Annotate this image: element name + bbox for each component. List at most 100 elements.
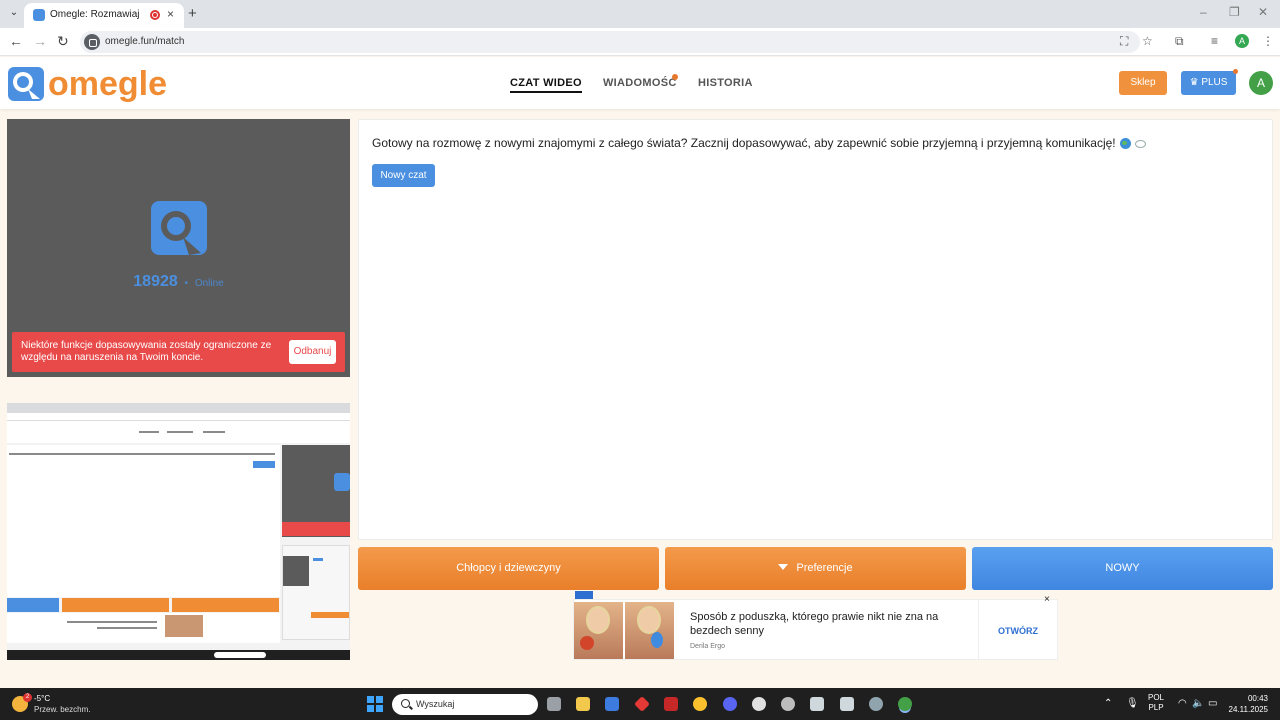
antivirus-icon[interactable] <box>664 697 678 711</box>
chrome-icon[interactable] <box>898 697 912 711</box>
ad-title[interactable]: Sposób z poduszką, którego prawie nikt n… <box>690 610 960 638</box>
preview-tabbar <box>7 403 350 413</box>
nav-messages[interactable]: WIADOMOŚĆ <box>603 77 677 89</box>
preferences-button[interactable]: Preferencje <box>665 547 966 590</box>
preview-nested-chat-button <box>313 558 323 561</box>
weather-badge: 2 <box>23 693 32 702</box>
back-arrow-icon[interactable]: ← <box>9 33 23 49</box>
crown-icon: ♛ <box>1189 77 1202 88</box>
window-close-icon[interactable]: ✕ <box>1258 5 1268 19</box>
battery-icon[interactable]: ▭ <box>1208 698 1217 709</box>
clock[interactable]: 00:43 24.11.2025 <box>1224 693 1268 715</box>
browser-profile-avatar[interactable]: A <box>1235 34 1249 48</box>
weather-description[interactable]: Przew. bezchm. <box>34 705 90 714</box>
forward-arrow-icon[interactable]: → <box>33 33 47 49</box>
preview-addressbar <box>7 413 350 421</box>
volume-icon[interactable]: 🔈 <box>1192 698 1204 709</box>
nav-history[interactable]: HISTORIA <box>698 77 753 89</box>
user-avatar[interactable]: A <box>1249 71 1273 95</box>
preview-warning <box>282 522 350 536</box>
gender-filter-button[interactable]: Chłopcy i dziewczyny <box>358 547 659 590</box>
unban-button[interactable]: Odbanuj <box>289 340 336 364</box>
restore-icon[interactable]: ❐ <box>1229 5 1240 19</box>
ad-image-right[interactable] <box>625 602 674 659</box>
shop-button[interactable]: Sklep <box>1119 71 1167 95</box>
preview-ad-image <box>165 615 203 637</box>
preview-nav-item <box>139 431 159 433</box>
preview-ad-line <box>97 627 157 629</box>
online-count: 18928 <box>133 273 178 290</box>
preview-new-chat-button <box>253 461 275 468</box>
extensions-icon[interactable]: ⧉ <box>1175 34 1184 49</box>
nav-video-chat[interactable]: CZAT WIDEO <box>510 77 582 93</box>
omegle-logo[interactable]: omegle <box>6 65 176 103</box>
next-button[interactable]: NOWY <box>972 547 1273 590</box>
task-view-icon[interactable] <box>547 697 561 711</box>
app-circle-icon[interactable] <box>752 697 766 711</box>
preview-nav-item <box>167 431 193 433</box>
store-icon[interactable] <box>605 697 619 711</box>
browser-tabbar: ⌄ Omegle: Rozmawiaj z niezn × + – ❐ ✕ <box>0 0 1280 28</box>
warning-text: Niektóre funkcje dopasowywania zostały o… <box>21 340 272 363</box>
advertisement[interactable]: Sposób z poduszką, którego prawie nikt n… <box>573 599 1058 660</box>
online-label: Online <box>194 278 224 289</box>
weather-temperature[interactable]: -5°C <box>34 694 50 703</box>
preview-nav-item <box>203 431 225 433</box>
tab-search-chevron-icon[interactable]: ⌄ <box>6 5 22 21</box>
reload-icon[interactable]: ↻ <box>57 33 69 50</box>
preview-pref-button <box>62 598 169 612</box>
speech-bubble-icon <box>1134 139 1146 148</box>
app-box-icon[interactable] <box>840 697 854 711</box>
preview-taskbar <box>7 650 350 660</box>
ad-close-icon[interactable]: × <box>1044 594 1050 605</box>
app-diamond-icon[interactable] <box>634 696 650 712</box>
online-counter: 18928 • Online <box>7 273 350 291</box>
search-icon <box>401 699 410 708</box>
settings-gear-icon[interactable] <box>869 697 883 711</box>
app-steam-icon[interactable] <box>810 697 824 711</box>
ad-image-left[interactable] <box>574 602 623 659</box>
keyboard-layout: PLP <box>1148 703 1164 712</box>
ad-image-red-mark <box>580 636 594 650</box>
media-control-icon[interactable]: ≡ <box>1211 34 1218 48</box>
file-explorer-icon[interactable] <box>576 697 590 711</box>
ad-image-face <box>586 606 610 634</box>
ad-image-face <box>637 606 661 634</box>
preview-ad <box>7 613 280 643</box>
taskbar-search[interactable]: Wyszukaj <box>392 694 538 715</box>
app-target-icon[interactable] <box>781 697 795 711</box>
chrome-alt-icon[interactable] <box>693 697 707 711</box>
windows-start-icon[interactable] <box>367 696 383 712</box>
new-chat-button[interactable]: Nowy czat <box>372 164 435 187</box>
wifi-icon[interactable]: ◠ <box>1178 698 1187 709</box>
minimize-icon[interactable]: – <box>1200 5 1207 19</box>
ad-divider <box>978 600 979 659</box>
chat-panel: Gotowy na rozmowę z nowymi znajomymi z c… <box>358 119 1273 540</box>
preview-nested-video <box>283 556 309 586</box>
omegle-logo-icon <box>8 67 44 101</box>
preview-message-line <box>9 453 275 455</box>
preview-chat-area <box>7 445 280 597</box>
search-placeholder: Wyszukaj <box>416 699 455 709</box>
chat-message-text: Gotowy na rozmowę z nowymi znajomymi z c… <box>372 136 1116 150</box>
browser-tab[interactable]: Omegle: Rozmawiaj z niezn × <box>24 3 184 28</box>
filter-icon <box>778 564 789 571</box>
ad-open-button[interactable]: OTWÓRZ <box>986 626 1050 636</box>
discord-icon[interactable] <box>723 697 737 711</box>
online-label-dot: • <box>181 278 191 289</box>
tray-chevron-icon[interactable]: ⌃ <box>1104 698 1112 709</box>
microphone-icon[interactable]: 🎙 <box>1126 698 1139 709</box>
bookmark-star-icon[interactable]: ☆ <box>1142 34 1153 48</box>
new-tab-plus-icon[interactable]: + <box>188 5 197 22</box>
translate-icon[interactable]: ⛶ <box>1120 34 1128 49</box>
browser-toolbar: ← → ↻ omegle.fun/match ⛶ ☆ ⧉ ≡ A ⋮ <box>0 28 1280 56</box>
address-bar[interactable]: omegle.fun/match <box>80 31 1140 53</box>
site-info-icon[interactable] <box>84 34 100 50</box>
tab-close-icon[interactable]: × <box>167 7 174 21</box>
url-text[interactable]: omegle.fun/match <box>105 36 185 47</box>
restriction-warning: Niektóre funkcje dopasowywania zostały o… <box>12 332 345 372</box>
language-indicator[interactable]: POL PLP <box>1148 693 1164 713</box>
globe-icon <box>1119 138 1131 150</box>
plus-button[interactable]: ♛ PLUS <box>1181 71 1236 95</box>
browser-menu-icon[interactable]: ⋮ <box>1262 34 1274 48</box>
